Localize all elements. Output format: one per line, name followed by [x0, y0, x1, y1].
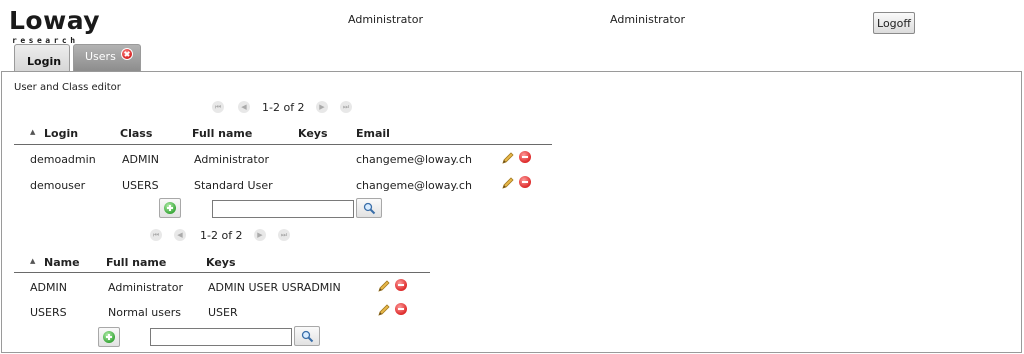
tab-users[interactable]: Users: [73, 44, 141, 71]
first-page-icon[interactable]: ⏮: [150, 229, 162, 241]
sort-asc-icon: ▲: [30, 128, 36, 136]
pencil-icon[interactable]: [377, 279, 391, 293]
cell-login: demouser: [30, 179, 86, 192]
close-icon[interactable]: [121, 48, 133, 60]
classes-pager: ⏮ ◀ 1-2 of 2 ▶ ⏭: [150, 229, 300, 243]
column-header-keys[interactable]: Keys: [298, 127, 328, 140]
cell-full-name: Normal users: [108, 306, 182, 319]
tab-login-label: Login: [27, 55, 62, 68]
class-search-input[interactable]: [150, 328, 292, 346]
add-icon: [164, 202, 176, 214]
delete-icon[interactable]: [395, 303, 407, 315]
cell-email: changeme@loway.ch: [356, 179, 472, 192]
first-page-icon[interactable]: ⏮: [212, 101, 224, 113]
column-header-class[interactable]: Class: [120, 127, 152, 140]
delete-icon[interactable]: [519, 151, 531, 163]
next-page-icon[interactable]: ▶: [316, 101, 328, 113]
cell-email: changeme@loway.ch: [356, 153, 472, 166]
cell-name: USERS: [30, 306, 67, 319]
last-page-icon[interactable]: ⏭: [340, 101, 352, 113]
user-search-input[interactable]: [212, 200, 354, 218]
delete-icon[interactable]: [519, 176, 531, 188]
users-pager: ⏮ ◀ 1-2 of 2 ▶ ⏭: [212, 101, 362, 115]
column-header-full-name[interactable]: Full name: [192, 127, 252, 140]
panel-title: User and Class editor: [14, 82, 121, 93]
column-header-email[interactable]: Email: [356, 127, 390, 140]
add-class-button[interactable]: [98, 327, 120, 347]
classes-pager-text: 1-2 of 2: [200, 229, 243, 242]
tab-users-label: Users: [85, 50, 116, 63]
pencil-icon[interactable]: [501, 151, 515, 165]
logo: Loway research: [9, 6, 104, 45]
delete-icon[interactable]: [395, 279, 407, 291]
prev-page-icon[interactable]: ◀: [238, 101, 250, 113]
next-page-icon[interactable]: ▶: [254, 229, 266, 241]
header-divider: [14, 272, 430, 273]
cell-full-name: Administrator: [108, 281, 183, 294]
cell-name: ADMIN: [30, 281, 67, 294]
column-header-keys[interactable]: Keys: [206, 256, 236, 269]
current-user-label: Administrator: [348, 13, 423, 26]
header-divider: [14, 144, 552, 145]
cell-keys: ADMIN USER USRADMIN: [208, 281, 341, 294]
add-icon: [103, 331, 115, 343]
cell-full-name: Administrator: [194, 153, 269, 166]
logo-text: Loway: [9, 6, 101, 35]
prev-page-icon[interactable]: ◀: [174, 229, 186, 241]
cell-full-name: Standard User: [194, 179, 273, 192]
pencil-icon[interactable]: [501, 176, 515, 190]
cell-class: USERS: [122, 179, 159, 192]
tab-bar: Login Users: [0, 44, 1024, 71]
class-search-button[interactable]: [294, 326, 320, 346]
cell-login: demoadmin: [30, 153, 96, 166]
cell-keys: USER: [208, 306, 238, 319]
column-header-login[interactable]: Login: [44, 127, 78, 140]
column-header-name[interactable]: Name: [44, 256, 80, 269]
pencil-icon[interactable]: [377, 303, 391, 317]
magnifier-icon: [363, 202, 376, 215]
users-pager-text: 1-2 of 2: [262, 101, 305, 114]
tab-login[interactable]: Login: [14, 44, 70, 71]
sort-asc-icon: ▲: [30, 257, 36, 265]
add-user-button[interactable]: [159, 198, 181, 218]
logoff-button[interactable]: Logoff: [873, 12, 915, 34]
cell-class: ADMIN: [122, 153, 159, 166]
column-header-full-name[interactable]: Full name: [106, 256, 166, 269]
current-user-fullname: Administrator: [610, 13, 685, 26]
user-search-button[interactable]: [356, 198, 382, 218]
last-page-icon[interactable]: ⏭: [278, 229, 290, 241]
magnifier-icon: [301, 330, 314, 343]
